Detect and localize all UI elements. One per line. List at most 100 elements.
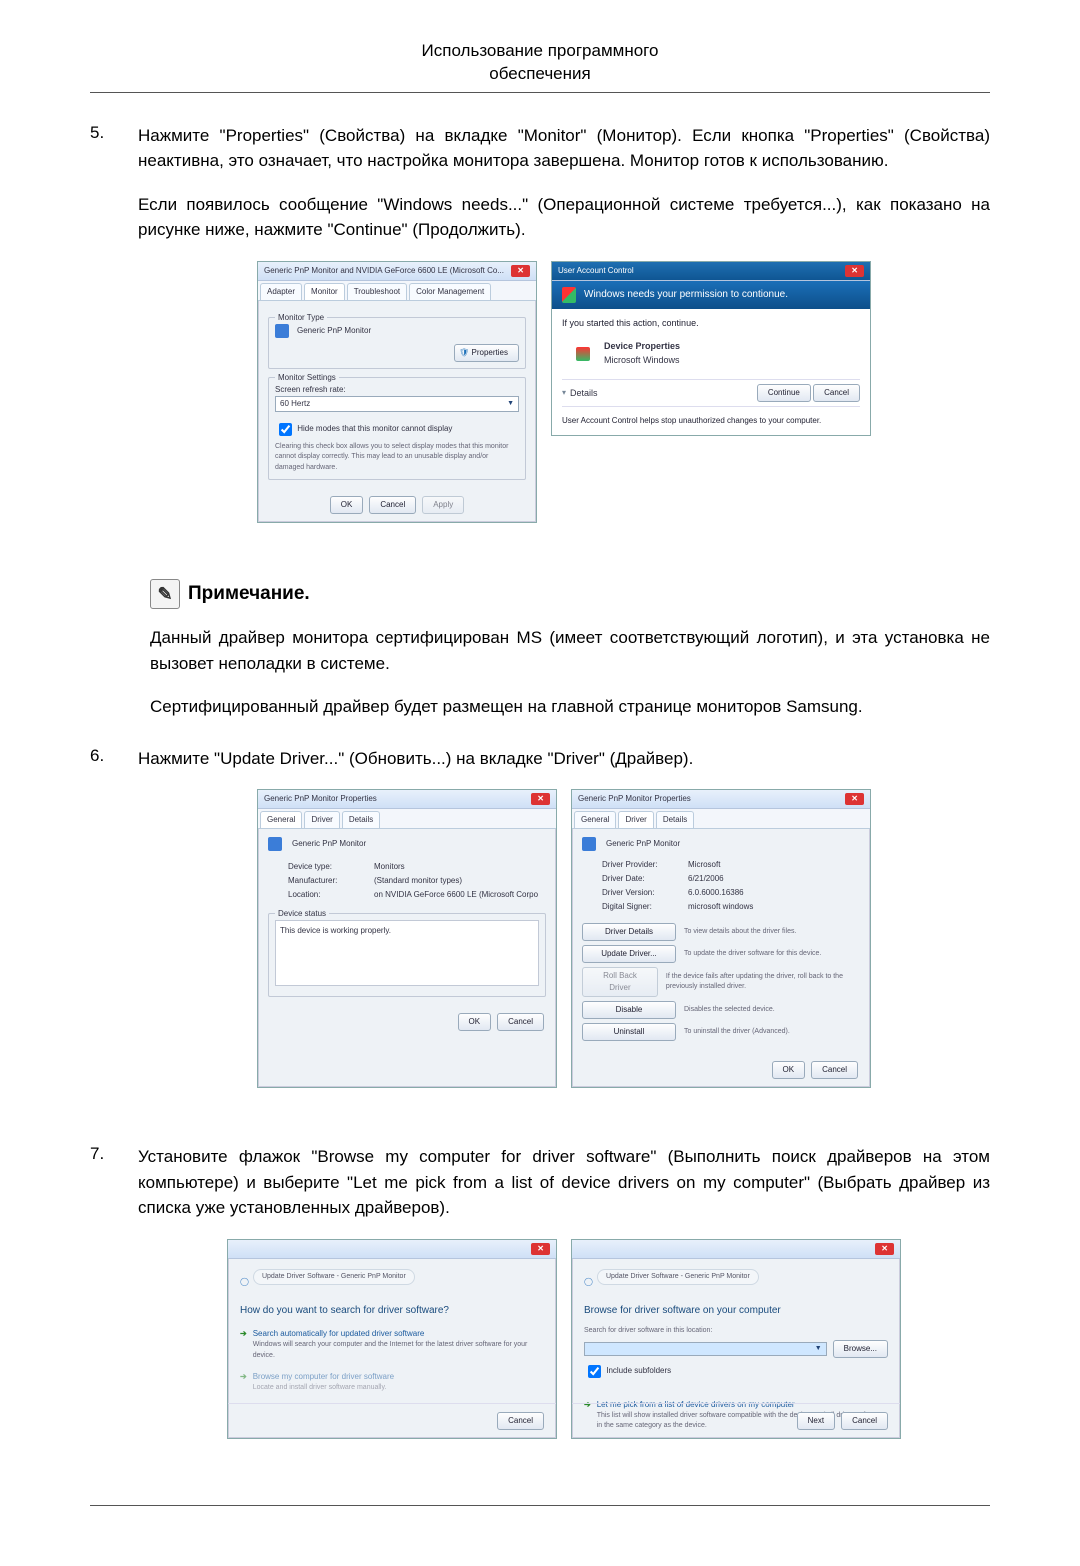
monitor-type-group: Monitor Type Generic PnP Monitor [268, 317, 526, 369]
ok-button[interactable]: OK [772, 1061, 806, 1079]
wizard-b-buttons: Next Cancel [572, 1403, 900, 1438]
cancel-button[interactable]: Cancel [497, 1412, 544, 1430]
tab-color-management[interactable]: Color Management [409, 283, 491, 300]
wizard-a-option-browse[interactable]: ➔ Browse my computer for driver software… [240, 1371, 544, 1394]
tab-driver[interactable]: Driver [304, 811, 339, 828]
close-icon[interactable]: ✕ [531, 1243, 550, 1255]
driver-details-button[interactable]: Driver Details [582, 923, 676, 941]
step-5-para-1: Нажмите "Properties" (Свойства) на вклад… [138, 123, 990, 174]
cancel-button[interactable]: Cancel [497, 1013, 544, 1031]
chevron-down-icon: ▼ [507, 399, 514, 410]
properties-button[interactable]: 🛡 Properties [454, 344, 519, 362]
tab-troubleshoot[interactable]: Troubleshoot [347, 283, 407, 300]
tab-adapter[interactable]: Adapter [260, 283, 302, 300]
uac-if-started: If you started this action, continue. [562, 317, 860, 331]
wizard-a-question: How do you want to search for driver sof… [240, 1303, 544, 1318]
chevron-down-icon: ▾ [562, 387, 566, 399]
uac-titlebar: User Account Control ✕ [552, 262, 870, 281]
device-name: Generic PnP Monitor [292, 838, 366, 850]
cancel-button[interactable]: Cancel [841, 1412, 888, 1430]
digital-signer-value: microsoft windows [688, 901, 753, 913]
uninstall-button[interactable]: Uninstall [582, 1023, 676, 1041]
uac-program-name: Device Properties [604, 340, 680, 354]
dialog-update-wizard-search: ✕ ◯ Update Driver Software - Generic PnP… [227, 1239, 557, 1439]
continue-button[interactable]: Continue [757, 384, 811, 402]
dialog-driver-buttons: OK Cancel [572, 1053, 870, 1087]
hide-modes-checkbox-input[interactable] [279, 423, 292, 436]
wizard-a-option-auto-desc: Windows will search your computer and th… [253, 1340, 544, 1361]
manufacturer-key: Manufacturer: [288, 875, 366, 887]
dialog-driver-tabs: General Driver Details [572, 809, 870, 829]
step-6-para-1: Нажмите "Update Driver..." (Обновить...)… [138, 746, 990, 772]
uac-details-label[interactable]: Details [570, 387, 598, 401]
close-icon[interactable]: ✕ [845, 793, 864, 805]
close-icon[interactable]: ✕ [845, 265, 864, 277]
ok-button[interactable]: OK [330, 496, 364, 514]
dialog-a-pane: Monitor Type Generic PnP Monitor [258, 301, 536, 489]
tab-general[interactable]: General [260, 811, 302, 828]
back-icon[interactable]: ◯ [240, 1276, 249, 1288]
monitor-settings-group: Monitor Settings Screen refresh rate: 60… [268, 377, 526, 481]
tab-details[interactable]: Details [342, 811, 380, 828]
dialog-general-buttons: OK Cancel [258, 1005, 556, 1039]
location-value: on NVIDIA GeForce 6600 LE (Microsoft Cor… [374, 889, 538, 901]
device-name: Generic PnP Monitor [606, 838, 680, 850]
dialog-general-tabs: General Driver Details [258, 809, 556, 829]
ok-button[interactable]: OK [458, 1013, 492, 1031]
path-dropdown[interactable]: ▼ [584, 1342, 827, 1357]
tab-general[interactable]: General [574, 811, 616, 828]
cancel-button[interactable]: Cancel [813, 384, 860, 402]
location-key: Location: [288, 889, 366, 901]
close-icon[interactable]: ✕ [511, 265, 530, 277]
step-5: 5. Нажмите "Properties" (Свойства) на вк… [90, 123, 990, 550]
close-icon[interactable]: ✕ [875, 1243, 894, 1255]
refresh-rate-value: 60 Hertz [280, 398, 310, 410]
step-5-para-2: Если появилось сообщение "Windows needs.… [138, 192, 990, 243]
cancel-button[interactable]: Cancel [369, 496, 416, 514]
include-subfolders-input[interactable] [588, 1365, 601, 1378]
note-para-1: Данный драйвер монитора сертифицирован M… [150, 625, 990, 676]
dialog-a-tabs: Adapter Monitor Troubleshoot Color Manag… [258, 281, 536, 301]
tab-details[interactable]: Details [656, 811, 694, 828]
dialog-driver-title: Generic PnP Monitor Properties [578, 793, 691, 805]
wizard-a-option-auto-title: Search automatically for updated driver … [253, 1328, 544, 1340]
manufacturer-value: (Standard monitor types) [374, 875, 462, 887]
next-button[interactable]: Next [797, 1412, 835, 1430]
back-icon[interactable]: ◯ [584, 1276, 593, 1288]
driver-provider-key: Driver Provider: [602, 859, 680, 871]
wizard-a-titlebar: ✕ [228, 1240, 556, 1259]
hide-modes-checkbox[interactable]: Hide modes that this monitor cannot disp… [275, 424, 452, 433]
device-status-textarea[interactable]: This device is working properly. [275, 920, 539, 986]
header-line2: обеспечения [489, 64, 590, 83]
cancel-button[interactable]: Cancel [811, 1061, 858, 1079]
note-block: ✎ Примечание. Данный драйвер монитора се… [150, 579, 990, 720]
device-type-value: Monitors [374, 861, 405, 873]
update-driver-text: To update the driver software for this d… [684, 949, 821, 960]
close-icon[interactable]: ✕ [531, 793, 550, 805]
include-subfolders-checkbox[interactable]: Include subfolders [584, 1366, 671, 1375]
dialog-driver-pane: Generic PnP Monitor Driver Provider:Micr… [572, 829, 870, 1053]
uac-banner: Windows needs your permission to contion… [552, 281, 870, 309]
driver-date-key: Driver Date: [602, 873, 680, 885]
disable-button[interactable]: Disable [582, 1001, 676, 1019]
dialog-a-buttons: OK Cancel Apply [258, 488, 536, 522]
tab-driver[interactable]: Driver [618, 811, 653, 828]
device-type-key: Device type: [288, 861, 366, 873]
apply-button[interactable]: Apply [422, 496, 464, 514]
monitor-type-legend: Monitor Type [275, 312, 327, 324]
page-footer-rule [90, 1505, 990, 1506]
update-driver-button[interactable]: Update Driver... [582, 945, 676, 963]
wizard-a-content: ◯ Update Driver Software - Generic PnP M… [228, 1259, 556, 1414]
wizard-a-option-browse-desc: Locate and install driver software manua… [253, 1383, 394, 1394]
monitor-icon [275, 324, 289, 338]
refresh-rate-dropdown[interactable]: 60 Hertz ▼ [275, 396, 519, 412]
step-5-figures: Generic PnP Monitor and NVIDIA GeForce 6… [138, 261, 990, 524]
browse-button[interactable]: Browse... [833, 1340, 888, 1358]
tab-monitor[interactable]: Monitor [304, 283, 345, 300]
dialog-a-titlebar: Generic PnP Monitor and NVIDIA GeForce 6… [258, 262, 536, 281]
monitor-icon [268, 837, 282, 851]
uac-publisher: Microsoft Windows [604, 354, 680, 368]
driver-details-text: To view details about the driver files. [684, 927, 796, 938]
roll-back-driver-button[interactable]: Roll Back Driver [582, 967, 658, 997]
wizard-a-option-auto[interactable]: ➔ Search automatically for updated drive… [240, 1328, 544, 1361]
